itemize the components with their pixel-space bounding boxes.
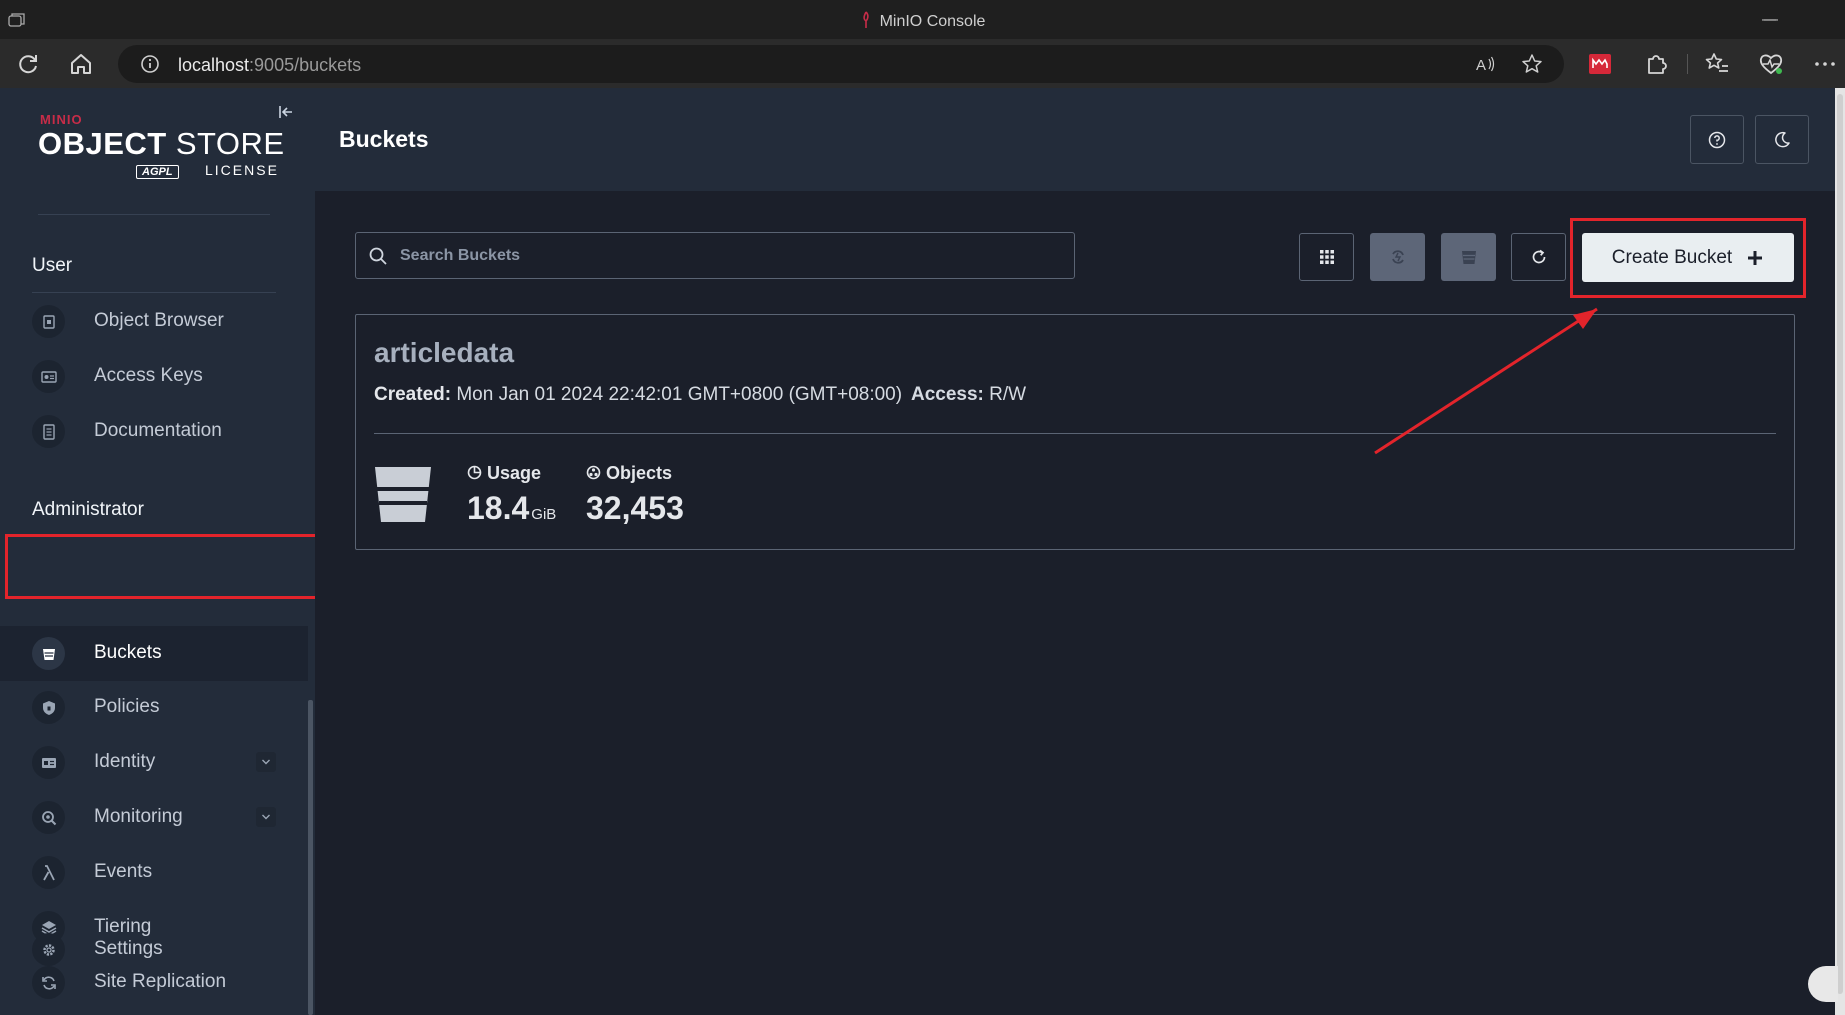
annotation-arrow xyxy=(1374,307,1598,455)
sidebar-item-buckets[interactable]: Buckets xyxy=(0,626,308,681)
license-badge: AGPL xyxy=(136,165,179,179)
sidebar-item-label: Events xyxy=(94,861,153,882)
url-text: localhost:9005/buckets xyxy=(178,55,362,75)
main-content: Create Bucket articledata Created: Mon J… xyxy=(315,191,1835,1015)
sidebar-item-label: Identity xyxy=(94,751,156,772)
sidebar-item-label: Access Keys xyxy=(94,365,203,386)
toolbar-separator xyxy=(1687,54,1688,74)
window-title: MinIO Console xyxy=(0,11,1845,31)
home-icon[interactable] xyxy=(67,50,95,78)
page-scrollbar[interactable] xyxy=(1835,88,1845,1015)
logo-brand: MINIO xyxy=(40,112,83,127)
policies-icon xyxy=(32,691,65,724)
sidebar-scrollbar[interactable] xyxy=(308,700,313,1015)
sidebar-item-label: Monitoring xyxy=(94,806,183,827)
dark-mode-icon xyxy=(1775,131,1790,147)
sidebar-item-events[interactable]: Events xyxy=(0,845,308,900)
help-icon xyxy=(1708,131,1726,148)
health-icon[interactable] xyxy=(1758,51,1784,77)
dark-mode-button[interactable] xyxy=(1755,115,1809,164)
reload-icon[interactable] xyxy=(14,50,42,78)
sidebar-item-settings[interactable]: Settings xyxy=(0,922,308,977)
user-section-title: User xyxy=(32,255,73,276)
more-icon[interactable] xyxy=(1812,51,1838,77)
collapse-sidebar-icon[interactable] xyxy=(276,102,296,122)
sidebar-item-label: Settings xyxy=(94,938,163,959)
sidebar-item-monitoring[interactable]: Monitoring xyxy=(0,790,308,845)
sidebar-item-access-keys[interactable]: Access Keys xyxy=(0,349,308,404)
settings-gear-icon xyxy=(32,933,65,966)
svg-text:A: A xyxy=(1476,57,1486,74)
user-section-divider xyxy=(32,292,276,293)
minio-favicon-icon xyxy=(862,11,869,28)
logo-divider xyxy=(38,214,270,215)
bucket-icon xyxy=(32,637,65,670)
sidebar-item-label: Policies xyxy=(94,696,160,717)
corner-helper-widget[interactable] xyxy=(1808,966,1838,1002)
page-title: Buckets xyxy=(339,126,429,152)
read-aloud-icon[interactable]: A xyxy=(1474,53,1496,75)
object-browser-icon xyxy=(32,305,65,338)
window-titlebar: MinIO Console — xyxy=(0,0,1845,40)
sidebar-item-label: Object Browser xyxy=(94,310,224,331)
sidebar-item-object-browser[interactable]: Object Browser xyxy=(0,294,308,349)
sidebar-item-label: Buckets xyxy=(94,642,162,663)
buckets-highlight-box xyxy=(5,534,330,599)
chevron-down-icon[interactable] xyxy=(256,807,276,827)
monitoring-icon xyxy=(32,801,65,834)
admin-section-title: Administrator xyxy=(32,499,144,520)
sidebar-item-documentation[interactable]: Documentation xyxy=(0,404,308,459)
lambda-icon xyxy=(32,856,65,889)
license-text: LICENSE xyxy=(205,162,279,178)
page-scrollbar-thumb[interactable] xyxy=(1837,94,1843,994)
documentation-icon xyxy=(32,415,65,448)
identity-icon xyxy=(32,746,65,779)
browser-toolbar: localhost:9005/buckets A xyxy=(0,40,1845,88)
extensions-puzzle-icon[interactable] xyxy=(1643,51,1669,77)
chevron-down-icon[interactable] xyxy=(256,752,276,772)
sidebar-item-policies[interactable]: Policies xyxy=(0,680,308,735)
page-header: Buckets xyxy=(315,88,1835,191)
sidebar-item-label: Documentation xyxy=(94,420,222,441)
logo-product: OBJECT STORE xyxy=(38,126,285,161)
sidebar-item-identity[interactable]: Identity xyxy=(0,735,308,790)
favorites-icon[interactable] xyxy=(1704,51,1730,77)
address-bar[interactable]: localhost:9005/buckets A xyxy=(118,45,1564,83)
help-button[interactable] xyxy=(1690,115,1744,164)
access-keys-icon xyxy=(32,360,65,393)
favorite-star-icon[interactable] xyxy=(1521,53,1543,75)
site-info-icon[interactable] xyxy=(140,54,160,74)
minimize-button[interactable] xyxy=(1758,8,1782,32)
extension-red-icon[interactable] xyxy=(1587,51,1613,77)
